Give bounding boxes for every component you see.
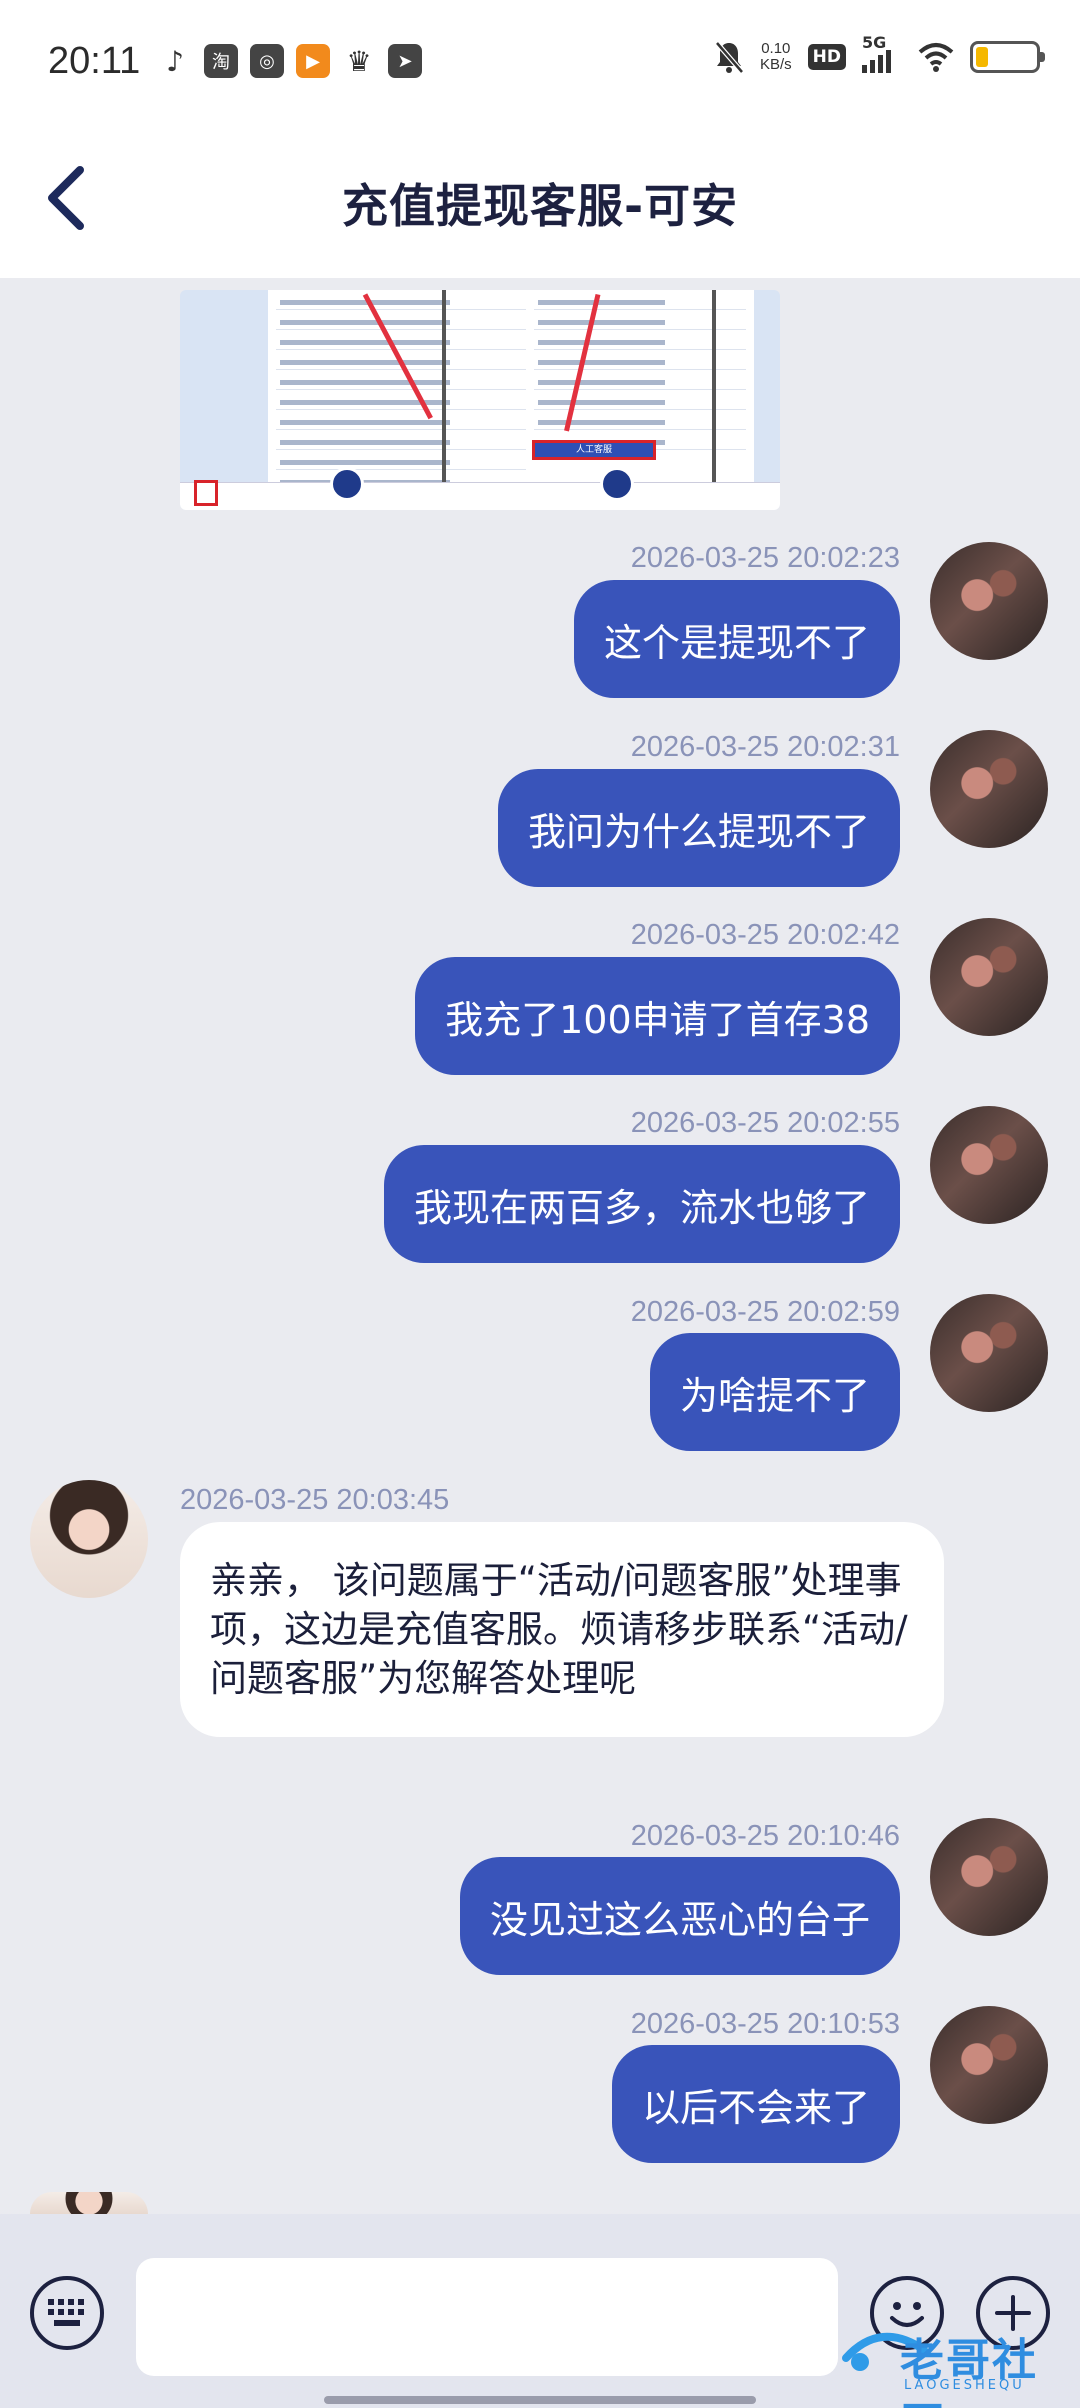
- my-avatar[interactable]: [930, 918, 1048, 1036]
- message-timestamp: 2026-03-25 20:10:53: [630, 2008, 900, 2040]
- screenshot-button-label: 人工客服: [575, 445, 612, 455]
- keyboard-toggle-button[interactable]: [30, 2276, 104, 2350]
- message-timestamp: 2026-03-25 20:02:42: [630, 919, 900, 951]
- watermark-subtext: LAOGESHEQU: [904, 2378, 1025, 2393]
- my-avatar[interactable]: [930, 1106, 1048, 1224]
- tiktok-icon: ♪: [166, 44, 184, 78]
- message-timestamp: 2026-03-25 20:02:59: [630, 1296, 900, 1328]
- message-input[interactable]: [136, 2258, 838, 2376]
- net-speed-value: 0.10: [761, 40, 791, 57]
- message-timestamp: 2026-03-25 20:03:45: [180, 1484, 450, 1516]
- message-timestamp: 2026-03-25 20:02:31: [630, 731, 900, 763]
- status-indicators: 0.10 KB/s HD 5G: [714, 33, 1045, 74]
- screenshot-tabbar: [180, 467, 780, 510]
- message-bubble-sent[interactable]: 我现在两百多，流水也够了: [383, 1145, 900, 1263]
- screenshot-panel-left: [268, 290, 568, 490]
- wifi-icon: [918, 43, 954, 72]
- status-bar: 20:11 ♪ 淘 ◎ ▶ ♛ ➤ 0.10 KB/s HD 5G: [0, 0, 1080, 120]
- screenshot-highlight-tab: [194, 480, 218, 506]
- my-avatar[interactable]: [930, 1294, 1048, 1412]
- message-timestamp: 2026-03-25 20:02:55: [630, 1107, 900, 1139]
- my-avatar[interactable]: [930, 542, 1048, 660]
- battery-fill: [976, 47, 988, 67]
- hd-badge: HD: [807, 44, 846, 70]
- agent-avatar: [30, 2192, 148, 2214]
- message-bubble-sent[interactable]: 没见过这么恶心的台子: [459, 1857, 900, 1975]
- message-bubble-sent[interactable]: 以后不会来了: [611, 2045, 900, 2163]
- mute-icon: [715, 41, 744, 74]
- site-watermark: 老哥社区 LAOGESHEQU: [840, 2310, 1070, 2408]
- page-title: 充值提现客服-可安: [341, 179, 739, 233]
- net-speed-unit: KB/s: [759, 56, 792, 73]
- my-avatar[interactable]: [930, 2006, 1048, 2124]
- taobao-icon: 淘: [204, 44, 238, 78]
- signal-icon: 5G: [862, 33, 902, 73]
- message-bubble-sent[interactable]: 我充了100申请了首存38: [415, 957, 900, 1075]
- app-icon: ◎: [250, 44, 284, 78]
- network-type: 5G: [862, 33, 887, 52]
- watermark-text: 老哥社区: [900, 2335, 1038, 2408]
- chat-header: 充值提现客服-可安: [0, 120, 1080, 278]
- message-timestamp: 2026-03-25 20:10:46: [630, 1820, 900, 1852]
- agent-avatar[interactable]: [30, 1480, 148, 1598]
- message-bubble-sent[interactable]: 我问为什么提现不了: [497, 769, 900, 887]
- keyboard-icon: [48, 2299, 84, 2326]
- home-indicator[interactable]: [324, 2396, 756, 2404]
- message-timestamp: 2026-03-25 20:02:23: [630, 542, 900, 574]
- my-avatar[interactable]: [930, 1818, 1048, 1936]
- status-time: 20:11: [48, 40, 141, 82]
- battery-icon: [970, 41, 1045, 73]
- shared-screenshot-image[interactable]: 人工客服: [180, 290, 780, 510]
- telegram-icon: ➤: [388, 44, 422, 78]
- notification-icons: ♪ 淘 ◎ ▶ ♛ ➤: [158, 44, 422, 78]
- message-bubble-sent[interactable]: 这个是提现不了: [573, 580, 900, 698]
- net-speed: 0.10 KB/s: [760, 41, 792, 73]
- my-avatar[interactable]: [930, 730, 1048, 848]
- message-bubble-received[interactable]: 亲亲， 该问题属于“活动/问题客服”处理事项，这边是充值客服。烦请移步联系“活动…: [180, 1522, 944, 1737]
- message-bubble-sent[interactable]: 为啥提不了: [649, 1333, 900, 1451]
- screenshot-highlight-button: 人工客服: [532, 440, 656, 460]
- crown-icon: ♛: [346, 44, 372, 78]
- video-icon: ▶: [296, 44, 330, 78]
